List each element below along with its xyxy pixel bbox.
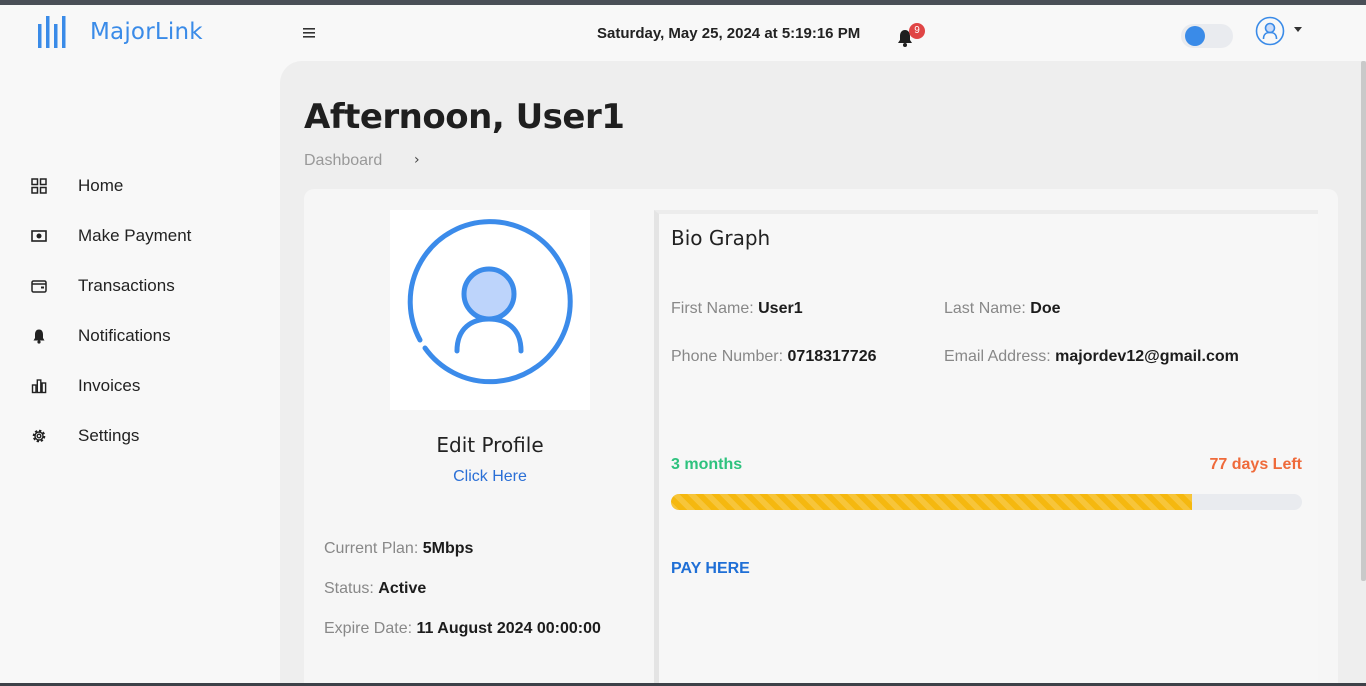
chevron-down-icon[interactable] (1294, 27, 1302, 32)
grid-icon (30, 177, 48, 195)
bio-graph-panel (654, 210, 1318, 683)
status-row: Status: Active (324, 580, 426, 598)
phone-number-label: Phone Number: (671, 348, 784, 365)
pay-here-link[interactable]: PAY HERE (671, 560, 750, 578)
bars-logo-icon (38, 16, 66, 48)
sidebar-item-settings[interactable]: Settings (30, 421, 260, 451)
brand-name: MajorLink (90, 19, 203, 45)
status-value: Active (378, 580, 427, 597)
phone-number-value: 0718317726 (787, 348, 877, 365)
current-plan-label: Current Plan: (324, 540, 419, 557)
last-name-field: Last Name: Doe (944, 300, 1061, 318)
profile-photo (390, 210, 590, 410)
sidebar-item-label: Settings (78, 426, 140, 445)
first-name-field: First Name: User1 (671, 300, 803, 318)
bio-graph-title: Bio Graph (671, 226, 771, 250)
user-avatar-icon[interactable] (1255, 16, 1285, 46)
scrollbar[interactable] (1361, 61, 1366, 581)
toggle-knob (1185, 26, 1205, 46)
phone-number-field: Phone Number: 0718317726 (671, 348, 877, 366)
page-title: Afternoon, User1 (304, 97, 625, 137)
email-address-label: Email Address: (944, 348, 1051, 365)
progress-fill (671, 494, 1192, 510)
hamburger-icon[interactable] (303, 24, 315, 42)
sidebar-item-transactions[interactable]: Transactions (30, 271, 260, 301)
subscription-progress-bar (671, 494, 1302, 510)
expire-date-row: Expire Date: 11 August 2024 00:00:00 (324, 620, 601, 638)
first-name-label: First Name: (671, 300, 754, 317)
last-name-value: Doe (1030, 300, 1061, 317)
notification-badge: 9 (909, 23, 925, 39)
expire-date-label: Expire Date: (324, 620, 413, 637)
sidebar-item-home[interactable]: Home (30, 171, 260, 201)
chevron-right-icon: › (414, 152, 420, 168)
first-name-value: User1 (758, 300, 803, 317)
expire-date-value: 11 August 2024 00:00:00 (416, 620, 601, 637)
bell-icon (30, 327, 48, 345)
edit-profile-title: Edit Profile (436, 433, 544, 457)
last-name-label: Last Name: (944, 300, 1026, 317)
status-label: Status: (324, 580, 374, 597)
brand-logo[interactable]: MajorLink (38, 16, 203, 48)
window-top-strip (0, 0, 1366, 5)
sidebar-item-label: Make Payment (78, 226, 192, 245)
cash-icon (30, 227, 48, 245)
email-address-value: majordev12@gmail.com (1055, 348, 1239, 365)
email-address-field: Email Address: majordev12@gmail.com (944, 348, 1239, 366)
sidebar-item-notifications[interactable]: Notifications (30, 321, 260, 351)
sidebar-item-label: Home (78, 176, 124, 195)
sidebar-item-label: Invoices (78, 376, 141, 395)
wallet-icon (30, 277, 48, 295)
current-plan-row: Current Plan: 5Mbps (324, 540, 473, 558)
current-plan-value: 5Mbps (422, 540, 474, 557)
sidebar-item-make-payment[interactable]: Make Payment (30, 221, 260, 251)
edit-profile-link[interactable]: Click Here (390, 468, 590, 486)
plan-duration: 3 months (671, 456, 743, 473)
days-left: 77 days Left (1209, 456, 1302, 473)
theme-toggle[interactable] (1181, 24, 1233, 48)
current-datetime: Saturday, May 25, 2024 at 5:19:16 PM (597, 25, 861, 42)
sidebar-item-label: Transactions (78, 276, 175, 295)
bar-chart-icon (30, 377, 48, 395)
breadcrumb[interactable]: Dashboard (304, 152, 382, 170)
sidebar-item-invoices[interactable]: Invoices (30, 371, 260, 401)
user-placeholder-icon (407, 219, 573, 385)
sidebar-item-label: Notifications (78, 326, 171, 345)
gear-icon (30, 427, 48, 445)
